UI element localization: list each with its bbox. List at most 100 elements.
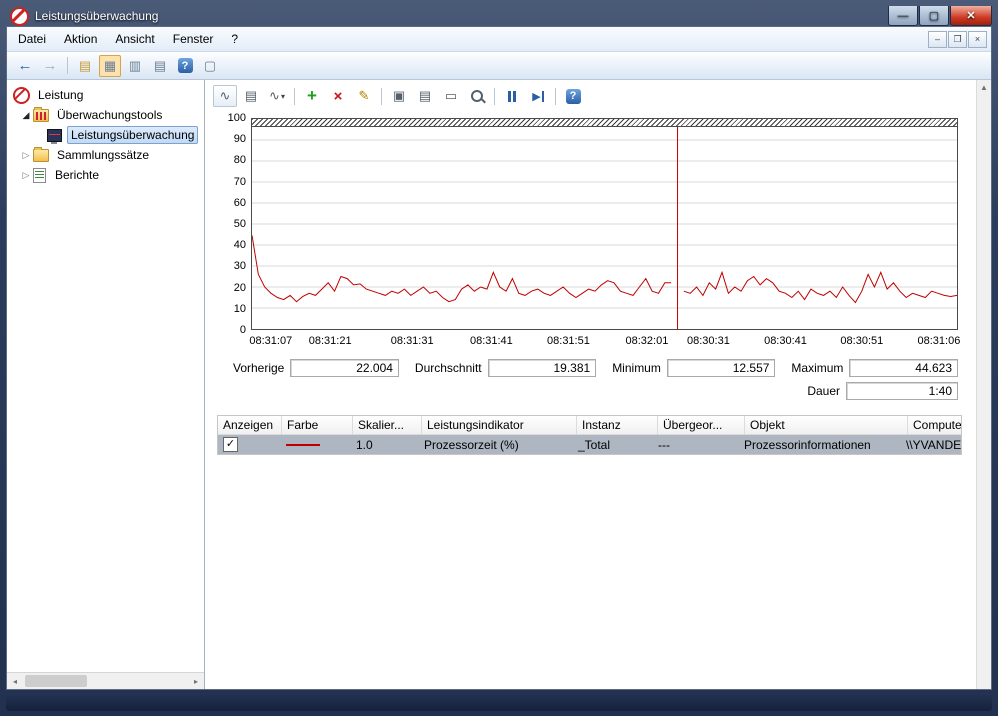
print-button[interactable]: ▤ [149,55,171,77]
x-tick-label: 08:31:06 [917,335,961,347]
help-button[interactable]: ? [174,55,196,77]
tree-item-label: Sammlungssätze [57,148,150,162]
y-tick-label: 70 [233,175,246,188]
highlight-button[interactable]: ✎ [352,85,376,107]
perfmon-icon [13,86,30,104]
vertical-scrollbar[interactable]: ▲ [976,80,991,689]
tree-item-sammlungssaetze[interactable]: ▷ Sammlungssätze [7,145,204,165]
add-counter-button[interactable]: + [300,85,324,107]
child-minimize-button[interactable]: – [928,30,947,48]
tree-item-ueberwachungstools[interactable]: ◢ Überwachungstools [7,105,204,125]
scrollbar-thumb[interactable] [25,675,87,687]
mmc-toolbar: ← → ▤ ▦ ▥ ▤ ? ▢ [7,52,991,80]
col-anzeigen[interactable]: Anzeigen [218,416,282,434]
perfmon-help-button[interactable]: ? [561,85,585,107]
minimum-label: Minimum [612,361,661,375]
console-tree-toggle-button[interactable]: ▦ [99,54,121,77]
chart-plot-area[interactable] [251,118,958,330]
toolbar-separator [555,87,556,105]
back-button[interactable]: ← [14,55,36,77]
zoom-button[interactable] [465,85,489,107]
pause-icon [508,90,511,102]
paste-counter-list-button[interactable]: ▤ [413,85,437,107]
new-window-button[interactable]: ▢ [199,55,221,77]
window-title: Leistungsüberwachung [35,9,159,23]
counter-color-swatch [286,443,320,446]
forward-button[interactable]: → [39,55,61,77]
col-objekt[interactable]: Objekt [745,416,908,434]
update-data-button[interactable]: ▶ [526,85,550,107]
x-tick-label: 08:31:21 [308,335,352,347]
y-tick-label: 40 [233,239,246,252]
counter-name: Prozessorzeit (%) [424,437,519,452]
scroll-up-icon[interactable]: ▲ [977,80,991,95]
x-tick-label: 08:31:31 [390,335,434,347]
show-counter-checkbox[interactable]: ✓ [223,437,238,452]
tree-collapsed-icon[interactable]: ▷ [19,170,33,181]
toolbar-separator [494,87,495,105]
x-tick-label: 08:30:41 [764,335,807,347]
counter-list: Anzeigen Farbe Skalier... Leistungsindik… [217,415,962,455]
bottom-filler [205,455,976,689]
col-computer[interactable]: Computer [908,416,961,434]
help-icon: ? [177,58,193,73]
graph-icon: ∿ [269,88,280,103]
col-instanz[interactable]: Instanz [577,416,658,434]
counter-list-header: Anzeigen Farbe Skalier... Leistungsindik… [218,416,961,435]
menubar: Datei Aktion Ansicht Fenster ? – ❐ × [7,27,991,52]
scroll-right-icon[interactable]: ▸ [188,673,204,689]
y-tick-label: 100 [227,112,246,124]
view-current-activity-button[interactable]: ▤ [239,85,263,107]
col-uebergeordnet[interactable]: Übergeor... [658,416,745,434]
change-graph-type-button[interactable]: ∿ ▾ [265,85,289,107]
y-tick-label: 50 [233,218,246,230]
copy-properties-button[interactable]: ▣ [387,85,411,107]
x-tick-label: 08:30:51 [840,335,884,347]
chart-region: 0 10 20 30 40 50 60 70 80 90 100 08:31:07 08:31:21 0… [205,112,976,352]
child-restore-button[interactable]: ❐ [948,30,967,48]
menu-fenster[interactable]: Fenster [164,29,223,49]
x-tick-label: 08:31:41 [469,335,513,347]
maximum-value: 44.623 [849,359,958,377]
menu-ansicht[interactable]: Ansicht [106,29,163,49]
monitoring-tools-folder-icon [33,106,49,122]
tree-horizontal-scrollbar[interactable]: ◂ ▸ [7,672,204,689]
previous-value: 22.004 [290,359,399,377]
main-area: Leistung ◢ Überwachungstools Leistungsüb… [7,80,991,689]
chevron-down-icon: ▾ [280,91,285,101]
counter-parent: --- [658,437,670,452]
properties-button[interactable]: ▥ [124,55,146,77]
export-list-button[interactable]: ▤ [74,55,96,77]
menu-hilfe[interactable]: ? [222,29,247,49]
col-skalierung[interactable]: Skalier... [353,416,422,434]
freeze-display-button[interactable] [500,85,524,107]
clear-display-button[interactable]: ▭ [439,85,463,107]
minimize-button[interactable]: — [888,6,918,26]
performance-monitor-pane: ∿ ▤ ∿ ▾ + × ✎ ▣ ▤ ▭ ▶ ? 0 10 20 30 40 50… [205,80,976,689]
close-button[interactable]: ✕ [950,6,992,26]
tree-item-leistungsueberwachung[interactable]: Leistungsüberwachung [7,125,204,145]
counter-object: Prozessorinformationen [744,437,871,452]
col-leistungsindikator[interactable]: Leistungsindikator [422,416,577,434]
tree-collapsed-icon[interactable]: ▷ [19,150,33,161]
maximize-button[interactable]: ▢ [919,6,949,26]
counter-computer: \\YVANDELASERGE [906,437,961,452]
menu-aktion[interactable]: Aktion [55,29,106,49]
y-tick-label: 0 [239,324,246,336]
y-tick-label: 20 [233,281,246,294]
tree-item-leistung[interactable]: Leistung [7,85,204,105]
menu-datei[interactable]: Datei [9,29,55,49]
scroll-left-icon[interactable]: ◂ [7,673,23,689]
y-tick-label: 10 [233,302,246,315]
delete-counter-button[interactable]: × [326,85,350,107]
tree-expanded-icon[interactable]: ◢ [19,110,33,121]
window-frame: Datei Aktion Ansicht Fenster ? – ❐ × ← →… [6,26,992,690]
console-tree-pane: Leistung ◢ Überwachungstools Leistungsüb… [7,80,205,689]
chart-type-button[interactable]: ∿ [213,85,237,107]
x-axis-labels: 08:31:07 08:31:21 08:31:31 08:31:41 08:31:51… [249,330,961,352]
y-axis-labels: 0 10 20 30 40 50 60 70 80 90 100 [217,112,251,336]
col-farbe[interactable]: Farbe [282,416,353,434]
child-close-button[interactable]: × [968,30,987,48]
counter-row[interactable]: ✓ 1.0 Prozessorzeit (%) _Total --- Proze… [218,435,961,454]
tree-item-berichte[interactable]: ▷ Berichte [7,165,204,185]
